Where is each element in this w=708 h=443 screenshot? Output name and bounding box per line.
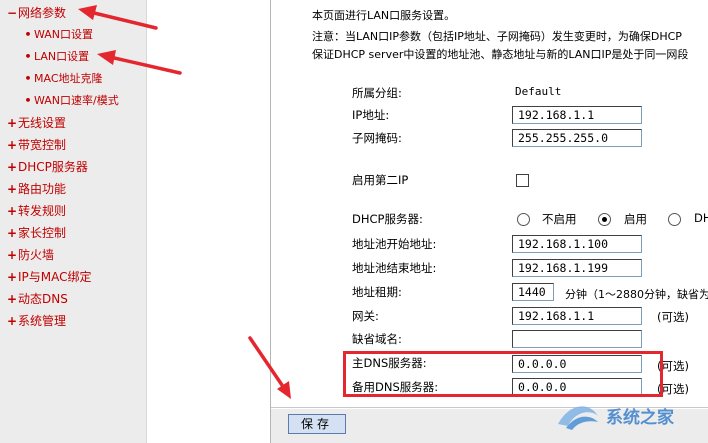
watermark-logo: 系统之家 [558, 406, 674, 430]
arrow-network-icon [78, 5, 158, 30]
annotation-arrows [78, 5, 291, 399]
arrow-lan-icon [97, 50, 182, 75]
watermark-text: 系统之家 [606, 407, 674, 428]
arrow-save-icon [248, 336, 291, 399]
